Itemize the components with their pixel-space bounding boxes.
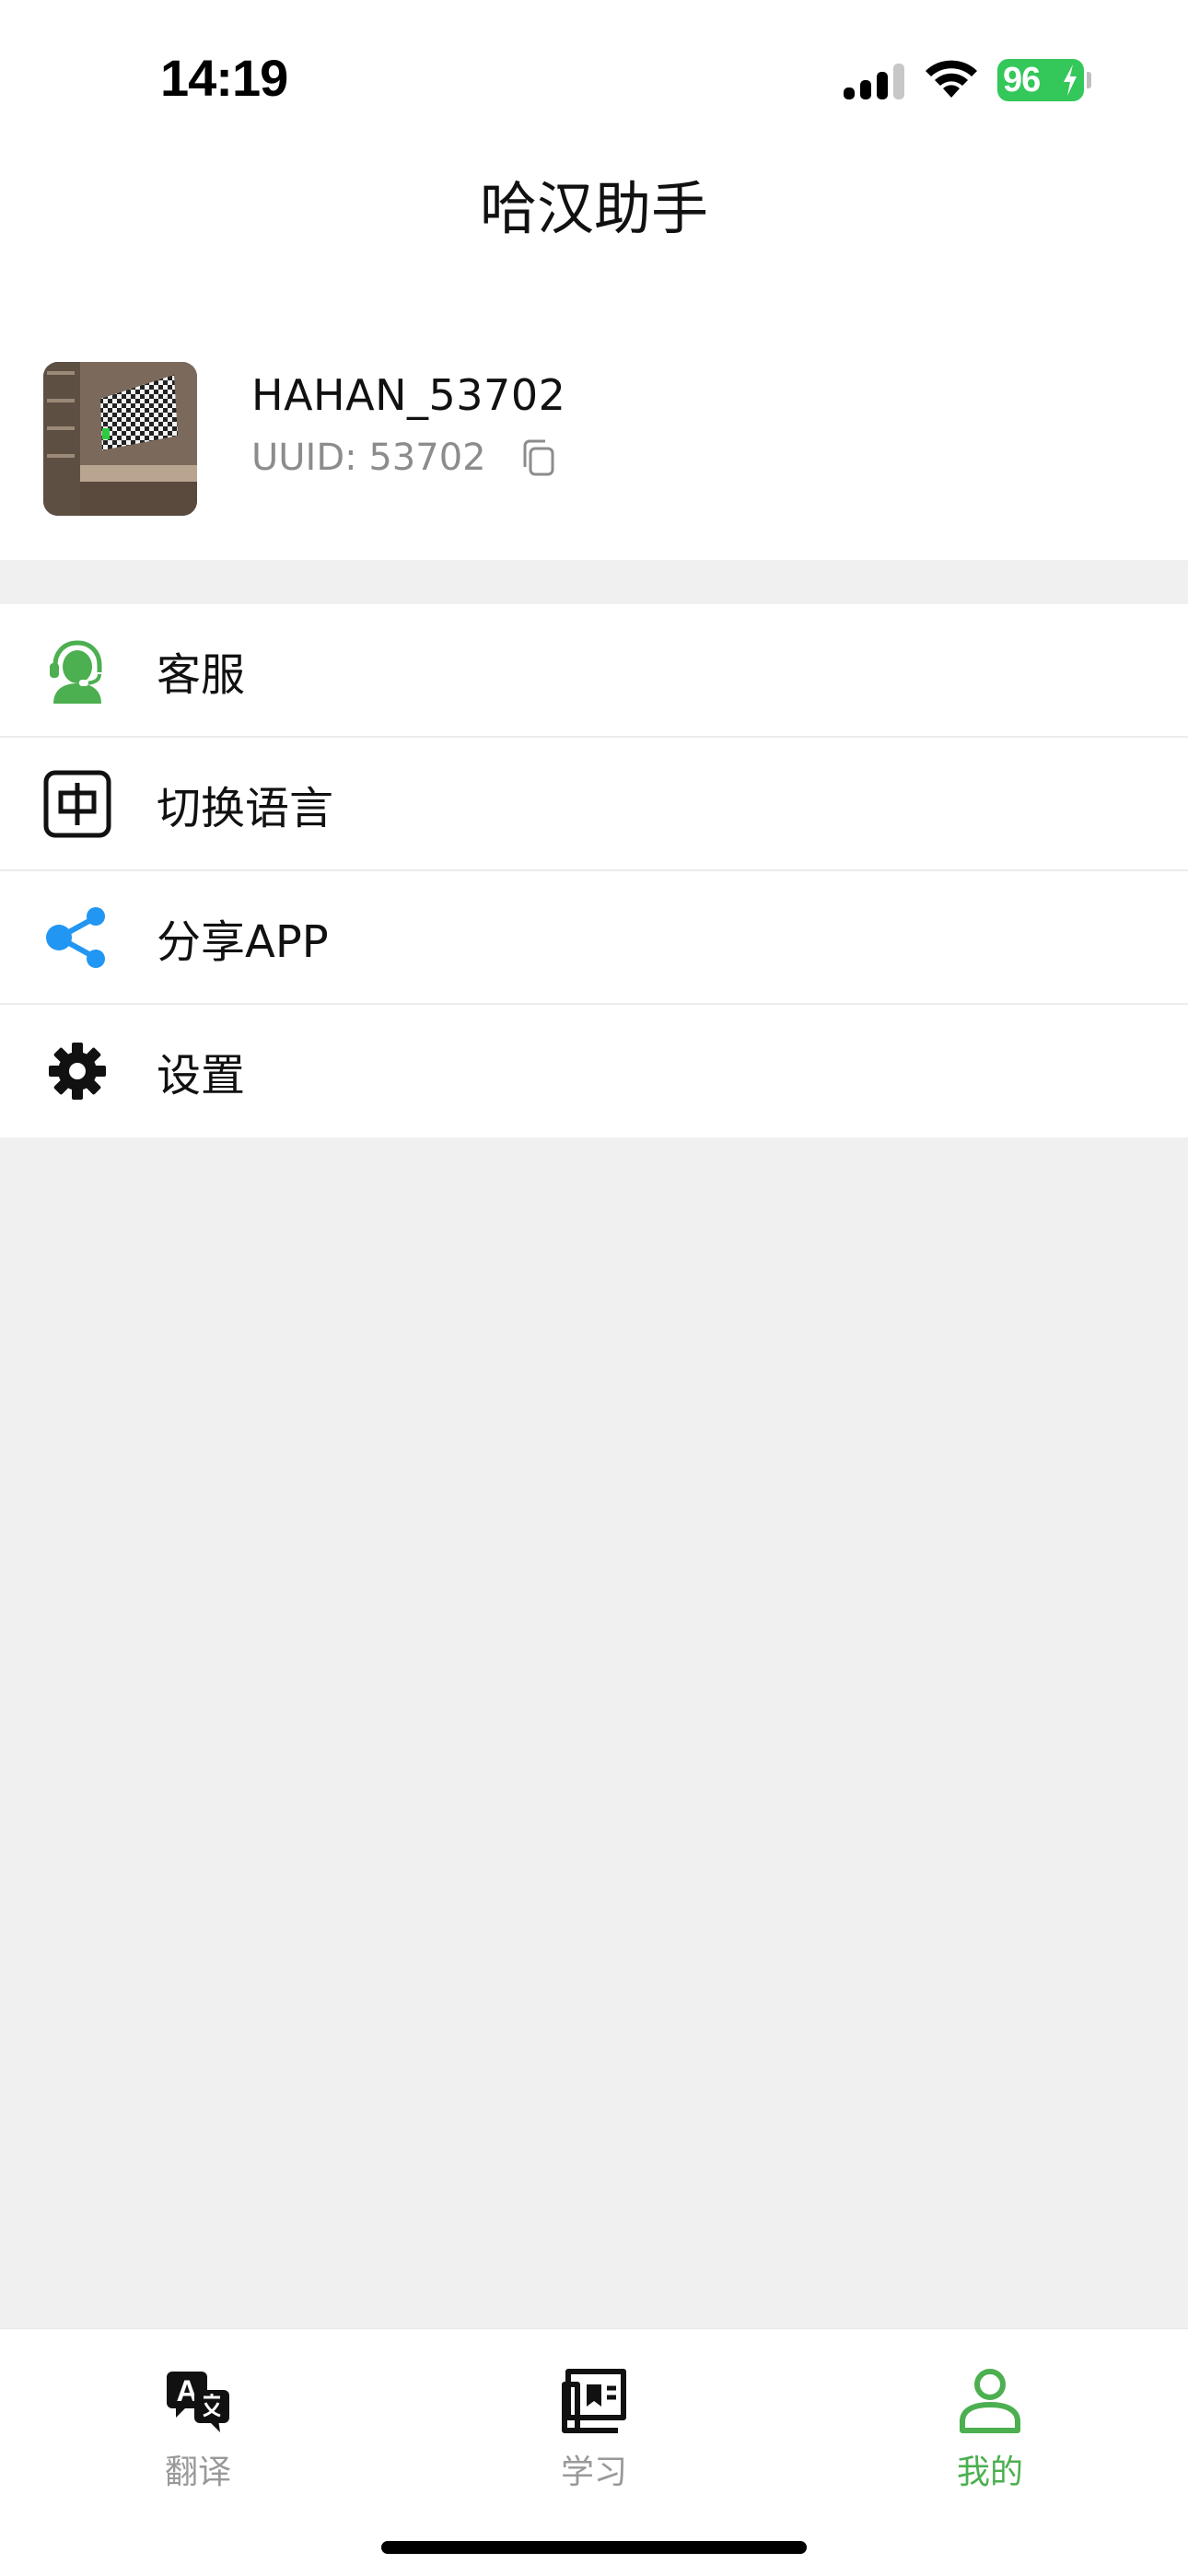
share-icon — [42, 903, 112, 973]
menu-list: 客服 切换语言 分享APP 设置 — [0, 604, 1188, 1137]
tab-translate[interactable]: A 翻译 — [0, 2348, 396, 2504]
tab-label: 翻译 — [164, 2454, 231, 2491]
battery-indicator: 96 — [997, 59, 1084, 101]
uuid-text: UUID: 53702 — [251, 437, 486, 479]
tab-label: 学习 — [560, 2454, 627, 2491]
charging-bolt-icon — [1064, 64, 1077, 96]
menu-item-label: 分享APP — [157, 915, 329, 968]
battery-tip — [1087, 72, 1091, 88]
menu-item-label: 客服 — [157, 648, 246, 701]
menu-item-settings[interactable]: 设置 — [0, 1005, 1188, 1137]
menu-item-customer-service[interactable]: 客服 — [0, 604, 1188, 738]
menu-item-share-app[interactable]: 分享APP — [0, 871, 1188, 1005]
menu-item-label: 切换语言 — [157, 782, 334, 834]
profile-card[interactable]: HAHAN_53702 UUID: 53702 — [0, 322, 1188, 560]
copy-icon[interactable] — [518, 437, 558, 478]
language-icon — [42, 769, 112, 839]
wifi-icon — [926, 60, 977, 98]
customer-service-icon — [42, 635, 112, 705]
uuid-row: UUID: 53702 — [251, 437, 558, 479]
tab-label: 我的 — [956, 2454, 1023, 2491]
study-icon — [562, 2369, 626, 2433]
menu-item-switch-language[interactable]: 切换语言 — [0, 738, 1188, 871]
battery-level: 96 — [1003, 61, 1041, 99]
tab-study[interactable]: 学习 — [396, 2348, 792, 2504]
gear-icon — [42, 1036, 112, 1106]
avatar-image — [43, 362, 197, 516]
tab-bar: A 翻译 学习 我的 — [0, 2328, 1188, 2576]
person-icon — [960, 2369, 1020, 2433]
status-time: 14:19 — [160, 49, 288, 107]
username: HAHAN_53702 — [251, 370, 566, 420]
home-indicator[interactable] — [381, 2541, 807, 2554]
avatar[interactable] — [43, 362, 197, 516]
cellular-signal-icon — [844, 64, 904, 99]
page-title: 哈汉助手 — [0, 147, 1188, 322]
tab-mine[interactable]: 我的 — [792, 2348, 1188, 2504]
status-bar: 14:19 96 — [0, 0, 1188, 147]
menu-item-label: 设置 — [157, 1050, 246, 1102]
translate-icon: A — [167, 2372, 229, 2432]
